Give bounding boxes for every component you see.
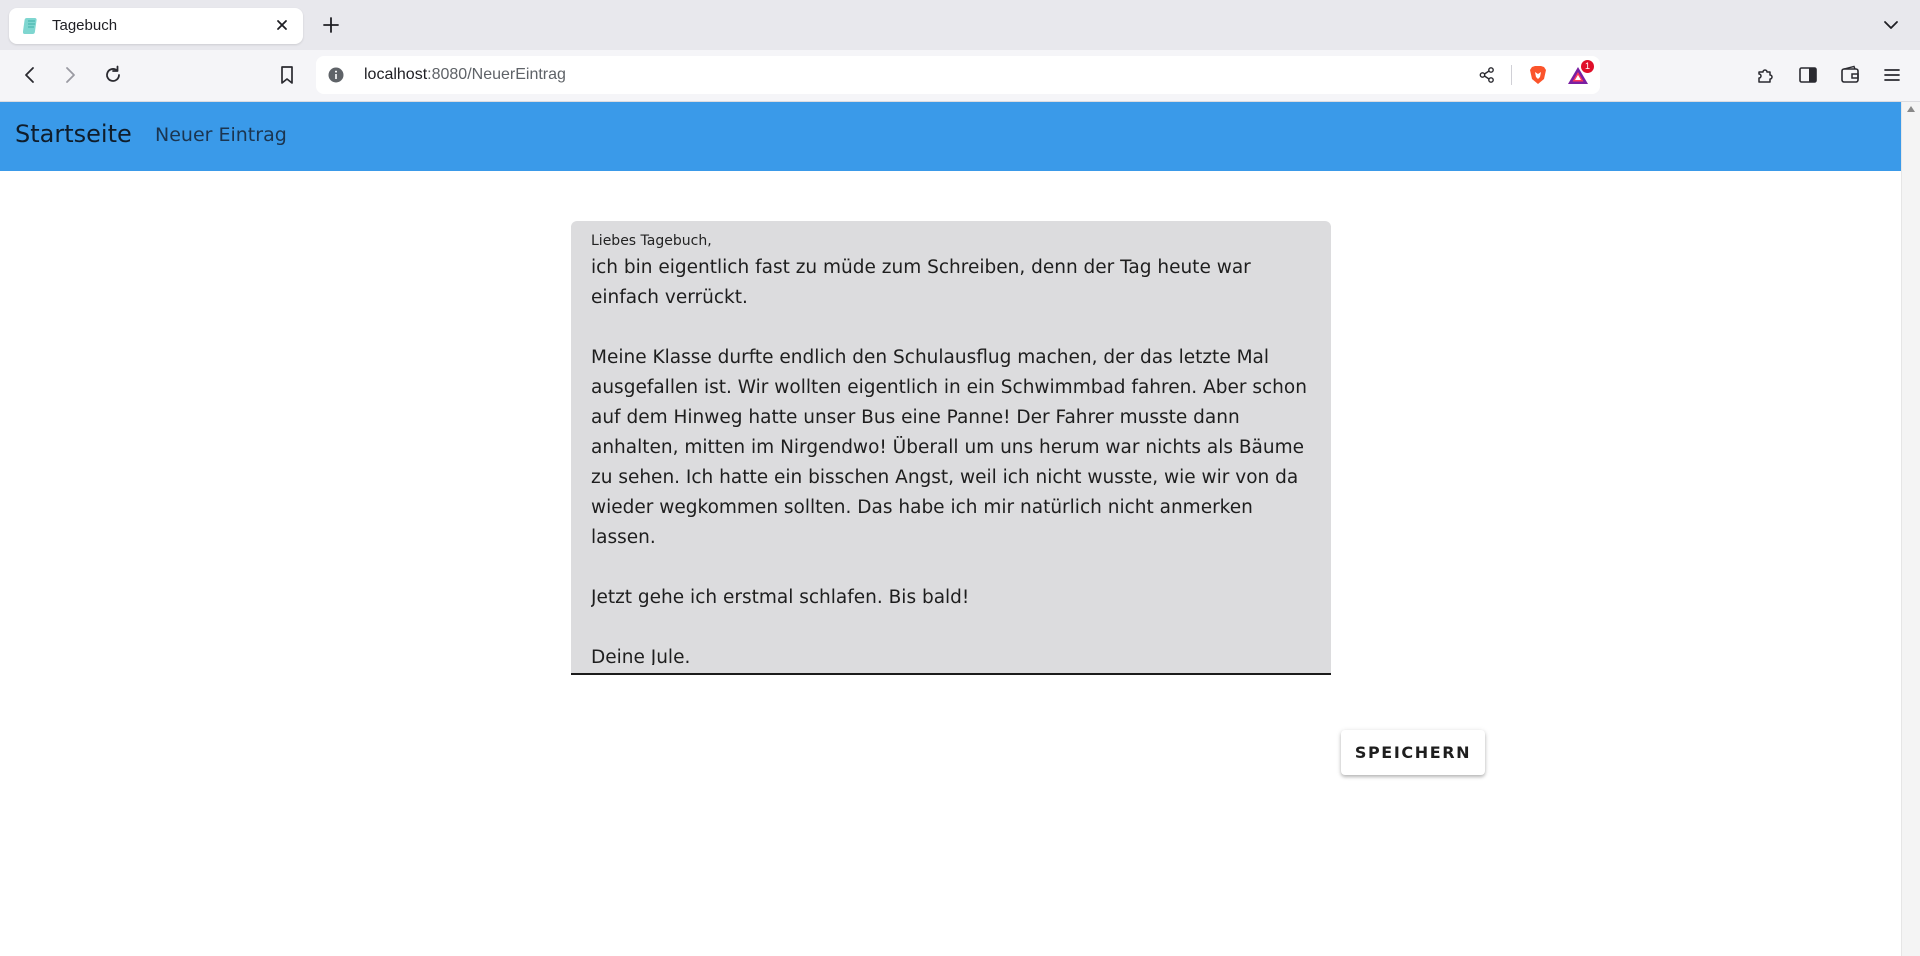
url-text[interactable]: localhost:8080/NeuerEintrag bbox=[364, 66, 566, 84]
forward-icon[interactable] bbox=[57, 62, 83, 88]
scroll-up-arrow-icon[interactable] bbox=[1907, 106, 1915, 112]
home-link[interactable]: Startseite bbox=[15, 120, 132, 148]
brave-rewards-icon[interactable]: 1 bbox=[1566, 60, 1594, 88]
diary-entry-textarea[interactable]: ich bin eigentlich fast zu müde zum Schr… bbox=[591, 253, 1321, 665]
info-icon[interactable] bbox=[328, 67, 344, 83]
menu-icon[interactable] bbox=[1879, 62, 1905, 88]
chevron-down-icon[interactable] bbox=[1880, 14, 1902, 36]
diary-entry-label: Liebes Tagebuch, bbox=[591, 233, 712, 249]
bookmark-icon[interactable] bbox=[274, 62, 300, 88]
favicon-icon bbox=[22, 17, 41, 35]
url-host: localhost bbox=[364, 66, 428, 83]
app-bar: Startseite Neuer Eintrag bbox=[0, 102, 1902, 171]
rewards-badge: 1 bbox=[1581, 60, 1594, 73]
sidebar-icon[interactable] bbox=[1795, 62, 1821, 88]
extensions-icon[interactable] bbox=[1753, 62, 1779, 88]
page-viewport: Startseite Neuer Eintrag Liebes Tagebuch… bbox=[0, 102, 1920, 956]
page-scrollbar[interactable] bbox=[1901, 102, 1920, 956]
reload-icon[interactable] bbox=[100, 62, 126, 88]
browser-tabstrip: Tagebuch bbox=[0, 0, 1920, 50]
address-bar[interactable]: localhost:8080/NeuerEintrag 1 bbox=[316, 56, 1600, 94]
nav-new-entry-link[interactable]: Neuer Eintrag bbox=[155, 124, 287, 146]
plus-icon[interactable] bbox=[320, 14, 342, 36]
wallet-icon[interactable] bbox=[1837, 62, 1863, 88]
address-bar-divider bbox=[1511, 65, 1512, 85]
tab-title: Tagebuch bbox=[52, 17, 118, 34]
browser-tab[interactable]: Tagebuch bbox=[9, 8, 303, 44]
brave-shield-icon[interactable] bbox=[1527, 64, 1549, 86]
share-icon[interactable] bbox=[1478, 66, 1496, 84]
url-path: :8080/NeuerEintrag bbox=[427, 66, 566, 83]
browser-toolbar: localhost:8080/NeuerEintrag 1 bbox=[0, 50, 1920, 102]
back-icon[interactable] bbox=[17, 62, 43, 88]
diary-entry-field[interactable]: Liebes Tagebuch, ich bin eigentlich fast… bbox=[571, 221, 1331, 675]
close-icon[interactable] bbox=[273, 16, 291, 34]
save-button[interactable]: SPEICHERN bbox=[1341, 730, 1485, 775]
